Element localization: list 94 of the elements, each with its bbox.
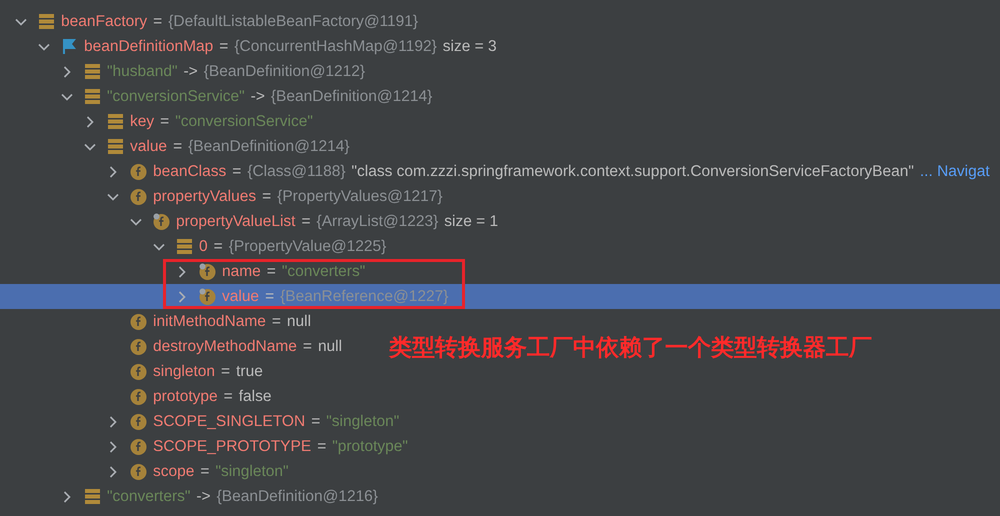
variable-name: "conversionService"	[107, 88, 245, 106]
variable-value: "class com.zzzi.springframework.context.support.ConversionServiceFactoryBean"	[352, 162, 914, 180]
variable-name: beanClass	[153, 162, 226, 180]
stack-icon	[84, 88, 101, 105]
stack-icon	[107, 138, 124, 155]
variable-value: "converters"	[282, 262, 366, 280]
variable-value: "singleton"	[326, 412, 400, 430]
operator: =	[200, 462, 210, 480]
object-reference: {ArrayList@1223}	[316, 212, 438, 230]
object-reference: {BeanReference@1227}	[280, 288, 448, 306]
stack-icon	[84, 488, 101, 505]
operator: ->	[196, 488, 211, 506]
object-reference: {BeanDefinition@1214}	[270, 88, 432, 106]
variable-value: null	[286, 312, 312, 330]
variable-name: "converters"	[107, 488, 190, 506]
annotation-text: 类型转换服务工厂中依赖了一个类型转换器工厂	[389, 334, 872, 363]
stack-icon	[38, 13, 55, 30]
chevron-right-icon[interactable]	[61, 490, 73, 502]
operator: =	[302, 338, 312, 356]
operator: =	[221, 362, 230, 380]
variable-value: size = 1	[444, 212, 498, 230]
variable-name: propertyValueList	[176, 212, 296, 230]
operator: =	[266, 262, 276, 280]
variable-value: "prototype"	[332, 438, 408, 456]
selected-row[interactable]: value = {BeanReference@1227}	[0, 284, 1000, 309]
object-reference: {BeanDefinition@1214}	[188, 138, 350, 156]
variable-value: null	[318, 338, 342, 356]
operator: =	[214, 238, 223, 256]
field-icon	[130, 338, 147, 355]
operator: ->	[250, 88, 265, 106]
operator: =	[173, 138, 182, 156]
chevron-right-icon[interactable]	[84, 116, 96, 128]
operator: ->	[183, 62, 198, 80]
variable-name: SCOPE_SINGLETON	[153, 412, 306, 430]
chevron-right-icon[interactable]	[107, 466, 119, 478]
field-icon	[130, 163, 147, 180]
operator: =	[317, 438, 326, 456]
pinned-field-icon	[199, 263, 216, 280]
variable-name: key	[130, 112, 154, 130]
variable-name: beanDefinitionMap	[84, 38, 214, 56]
operator: =	[311, 412, 320, 430]
object-reference: {BeanDefinition@1216}	[216, 488, 378, 506]
field-icon	[130, 313, 147, 330]
flag-icon	[61, 38, 78, 55]
operator: =	[224, 388, 233, 406]
operator: =	[265, 288, 274, 306]
object-reference: {PropertyValues@1217}	[277, 188, 443, 206]
variable-name: prototype	[153, 388, 218, 406]
object-reference: {ConcurrentHashMap@1192}	[234, 38, 437, 56]
variable-name: propertyValues	[153, 188, 256, 206]
variable-name: "husband"	[107, 62, 178, 80]
variable-name: value	[130, 138, 168, 156]
stack-icon	[107, 113, 124, 130]
chevron-right-icon[interactable]	[107, 440, 119, 452]
variable-value: size = 3	[442, 38, 497, 56]
variable-value: true	[236, 362, 263, 380]
variable-value: "conversionService"	[175, 112, 313, 130]
variable-name: beanFactory	[61, 12, 148, 30]
object-reference: {BeanDefinition@1212}	[204, 62, 366, 80]
field-icon	[130, 388, 147, 405]
variable-value: "singleton"	[215, 462, 288, 480]
field-icon	[130, 463, 147, 480]
object-reference: {Class@1188}	[247, 162, 346, 180]
variable-name: scope	[153, 462, 194, 480]
variable-name: 0	[199, 238, 208, 256]
operator: =	[219, 38, 228, 56]
variable-name: singleton	[153, 362, 216, 380]
stack-icon	[84, 63, 101, 80]
navigate-link[interactable]: ... Navigat	[920, 162, 990, 180]
variable-name: initMethodName	[153, 312, 266, 330]
operator: =	[301, 212, 311, 230]
operator: =	[232, 162, 242, 180]
chevron-right-icon[interactable]	[61, 66, 73, 78]
variable-value: false	[238, 388, 272, 406]
variable-name: value	[222, 288, 260, 306]
operator: =	[272, 312, 281, 330]
variable-name: SCOPE_PROTOTYPE	[153, 438, 312, 456]
stack-icon	[176, 238, 193, 255]
object-reference: {PropertyValue@1225}	[228, 238, 386, 256]
pinned-field-icon	[153, 213, 170, 230]
chevron-right-icon[interactable]	[107, 416, 119, 428]
operator: =	[262, 188, 272, 206]
chevron-right-icon[interactable]	[107, 166, 119, 178]
field-icon	[130, 188, 147, 205]
operator: =	[160, 112, 170, 130]
variable-name: destroyMethodName	[153, 338, 297, 356]
variable-name: name	[222, 262, 261, 280]
chevron-right-icon[interactable]	[176, 266, 188, 278]
field-icon	[130, 363, 147, 380]
pinned-field-icon	[199, 288, 216, 305]
field-icon	[130, 438, 147, 455]
object-reference: {DefaultListableBeanFactory@1191}	[168, 12, 418, 30]
operator: =	[153, 12, 162, 30]
field-icon	[130, 413, 147, 430]
